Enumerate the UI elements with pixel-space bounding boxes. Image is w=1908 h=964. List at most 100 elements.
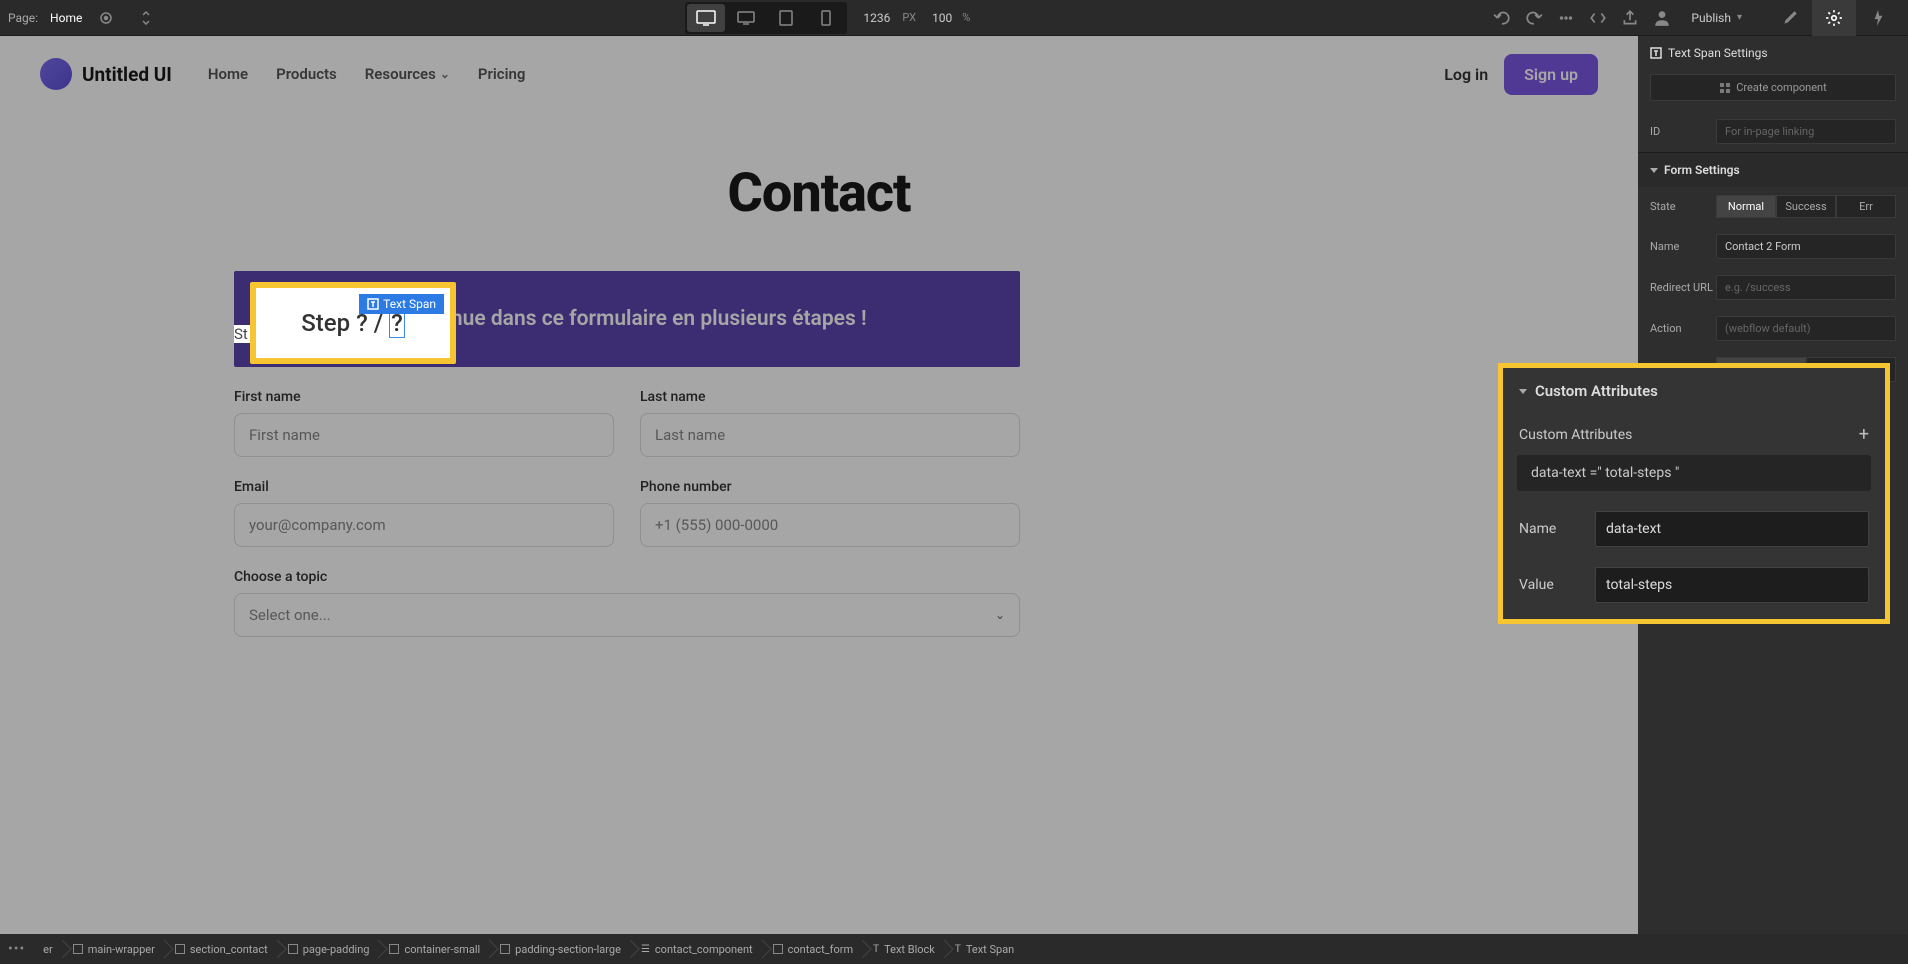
text-icon: T [955, 944, 961, 955]
export-icon[interactable] [1621, 9, 1639, 27]
phone-input[interactable]: +1 (555) 000-0000 [640, 503, 1020, 547]
form-name-input[interactable]: Contact 2 Form [1716, 234, 1896, 259]
box-icon [773, 944, 783, 954]
nav-right: Log in Sign up [1444, 54, 1598, 95]
create-component-button[interactable]: Create component [1650, 74, 1896, 101]
action-label: Action [1650, 322, 1716, 335]
crumb-section-contact[interactable]: section_contact [165, 934, 278, 964]
action-input[interactable]: (webflow default) [1716, 316, 1896, 341]
logo-badge[interactable] [40, 58, 72, 90]
crumb-contact-form[interactable]: contact_form [763, 934, 863, 964]
device-desktop2-button[interactable] [727, 4, 765, 32]
site-title: Untitled UI [82, 63, 172, 86]
settings-tab[interactable] [1812, 0, 1856, 36]
last-name-field: Last name Last name [640, 389, 1020, 457]
topic-label: Choose a topic [234, 569, 1020, 585]
crumb-page-padding[interactable]: page-padding [278, 934, 380, 964]
nav-links: Home Products Resources ⌄ Pricing [208, 65, 526, 83]
attr-value-input[interactable]: total-steps [1595, 567, 1869, 603]
target-icon[interactable] [98, 10, 114, 26]
custom-attr-existing[interactable]: data-text =" total-steps " [1517, 455, 1871, 491]
action-row: Action (webflow default) [1638, 308, 1908, 349]
code-icon[interactable] [1589, 9, 1607, 27]
first-name-label: First name [234, 389, 614, 405]
publish-button[interactable]: Publish ▾ [1685, 11, 1748, 25]
box-icon [73, 944, 83, 954]
viewport-width[interactable]: 1236 [863, 11, 890, 25]
box-icon [288, 944, 298, 954]
brush-tab[interactable] [1768, 0, 1812, 36]
crumb-fragment[interactable]: er [33, 934, 63, 964]
attr-value-row: Value total-steps [1503, 557, 1885, 619]
undo-icon[interactable] [1493, 9, 1511, 27]
custom-attributes-panel: Custom Attributes Custom Attributes + da… [1498, 363, 1890, 624]
crumb-text-span[interactable]: TText Span [945, 934, 1024, 964]
crumb-container-small[interactable]: container-small [379, 934, 490, 964]
more-crumbs-icon[interactable]: ••• [8, 941, 25, 957]
chevron-down-icon: ⌄ [995, 608, 1005, 622]
zoom-unit: % [962, 11, 970, 24]
page-name[interactable]: Home [50, 11, 82, 25]
state-error-pill[interactable]: Err [1836, 195, 1896, 218]
nav-link-products[interactable]: Products [276, 65, 337, 83]
nav-link-resources[interactable]: Resources ⌄ [365, 65, 450, 83]
topic-field: Choose a topic Select one... ⌄ [234, 569, 1020, 637]
publish-label: Publish [1691, 11, 1731, 25]
redo-icon[interactable] [1525, 9, 1543, 27]
interactions-tab[interactable] [1856, 0, 1900, 36]
nav-link-pricing[interactable]: Pricing [478, 65, 526, 83]
device-viewport-group [685, 2, 847, 34]
attr-name-label: Name [1519, 521, 1581, 537]
id-input[interactable]: For in-page linking [1716, 119, 1896, 144]
site-nav: Untitled UI Home Products Resources ⌄ Pr… [0, 36, 1638, 112]
device-mobile-button[interactable] [807, 4, 845, 32]
state-pills: Normal Success Err [1716, 195, 1896, 218]
right-panel-tabs [1768, 0, 1900, 36]
box-icon [389, 944, 399, 954]
first-name-input[interactable]: First name [234, 413, 614, 457]
caret-down-icon [1650, 168, 1658, 173]
zoom-value[interactable]: 100 [932, 11, 952, 25]
crumb-contact-component[interactable]: ☰contact_component [631, 934, 763, 964]
top-toolbar: Page: Home 1236 PX 100 % Publish ▾ [0, 0, 1908, 36]
id-label: ID [1650, 125, 1716, 138]
add-attribute-button[interactable]: + [1859, 424, 1869, 445]
id-row: ID For in-page linking [1638, 111, 1908, 152]
form-name-label: Name [1650, 240, 1716, 253]
topic-select[interactable]: Select one... ⌄ [234, 593, 1020, 637]
form-icon: ☰ [641, 944, 650, 955]
state-row: State Normal Success Err [1638, 187, 1908, 226]
step-label-fragment: St [234, 325, 248, 343]
comment-icon[interactable] [1557, 9, 1575, 27]
person-icon[interactable] [1653, 9, 1671, 27]
redirect-input[interactable]: e.g. /success [1716, 275, 1896, 300]
custom-attr-section-header[interactable]: Custom Attributes [1503, 368, 1885, 414]
first-name-field: First name First name [234, 389, 614, 457]
attr-name-input[interactable]: data-text [1595, 511, 1869, 547]
last-name-label: Last name [640, 389, 1020, 405]
page-label: Page: [8, 11, 38, 25]
nav-link-home[interactable]: Home [208, 65, 248, 83]
state-label: State [1650, 200, 1716, 213]
box-icon [500, 944, 510, 954]
signup-button[interactable]: Sign up [1504, 54, 1598, 95]
crumb-padding-section[interactable]: padding-section-large [490, 934, 631, 964]
canvas: Untitled UI Home Products Resources ⌄ Pr… [0, 36, 1638, 934]
state-success-pill[interactable]: Success [1776, 195, 1836, 218]
email-label: Email [234, 479, 614, 495]
state-normal-pill[interactable]: Normal [1716, 195, 1776, 218]
device-desktop-button[interactable] [687, 4, 725, 32]
form-settings-header[interactable]: Form Settings [1638, 152, 1908, 187]
crumb-text-block[interactable]: TText Block [863, 934, 945, 964]
device-tablet-button[interactable] [767, 4, 805, 32]
attr-value-label: Value [1519, 577, 1581, 593]
crumb-main-wrapper[interactable]: main-wrapper [63, 934, 165, 964]
caret-down-icon [1519, 389, 1527, 394]
textspan-tag[interactable]: Text Span [359, 294, 444, 314]
login-link[interactable]: Log in [1444, 65, 1488, 84]
toolbar-expand-icon[interactable] [130, 11, 162, 25]
email-input[interactable]: your@company.com [234, 503, 614, 547]
redirect-row: Redirect URL e.g. /success [1638, 267, 1908, 308]
textspan-tag-label: Text Span [383, 297, 436, 311]
last-name-input[interactable]: Last name [640, 413, 1020, 457]
